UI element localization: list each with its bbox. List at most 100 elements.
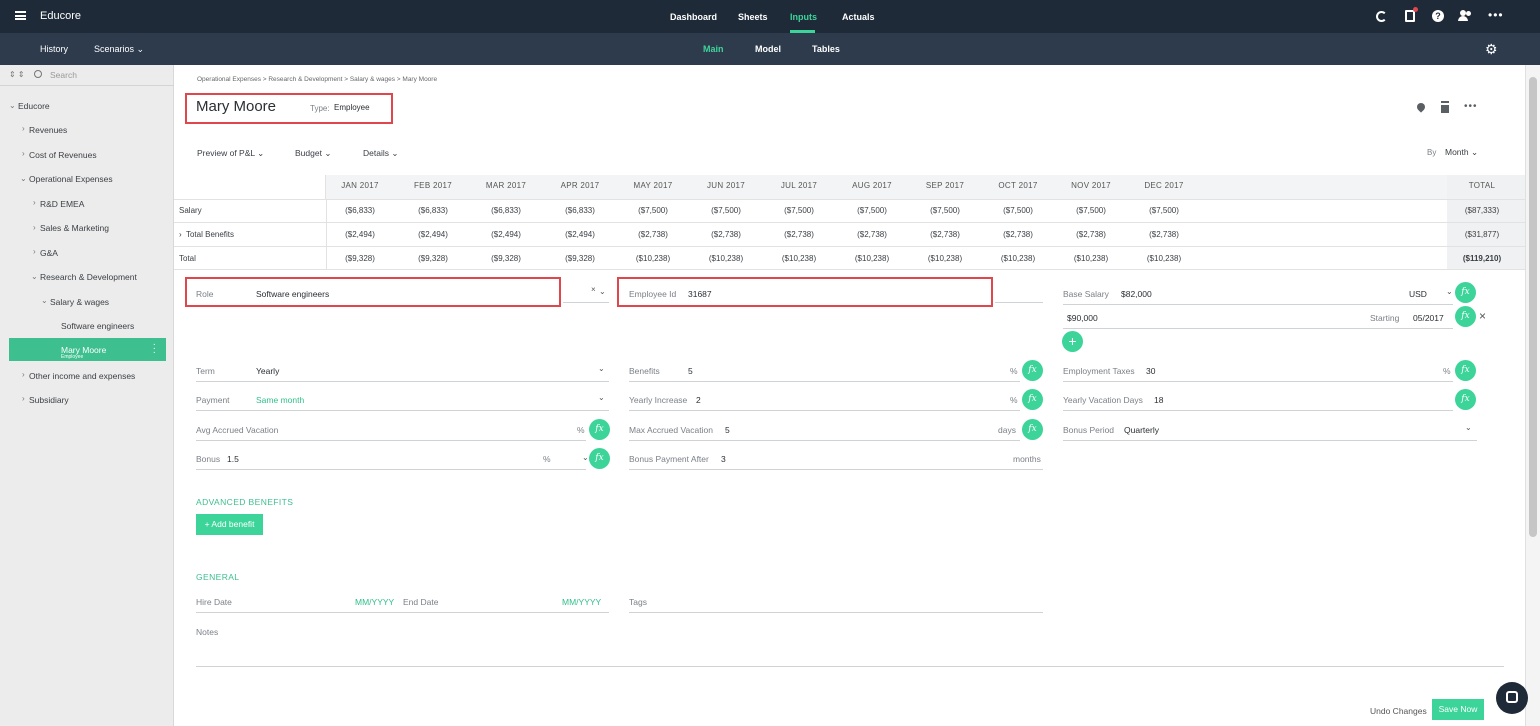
chevron-right-icon[interactable]: › [22, 149, 25, 158]
sidebar-item-rd-emea[interactable]: R&D EMEA [40, 199, 84, 209]
currency-select[interactable]: USD [1409, 289, 1427, 299]
end-date-input[interactable]: MM/YYYY [562, 597, 601, 607]
tab-sheets[interactable]: Sheets [738, 12, 768, 22]
scrollbar-track[interactable] [1525, 65, 1540, 726]
sidebar-item-revenues[interactable]: Revenues [29, 125, 67, 135]
table-cell[interactable]: ($6,833) [550, 206, 610, 215]
formula-button[interactable]: fx [1455, 282, 1476, 303]
table-cell[interactable]: ($6,833) [330, 206, 390, 215]
max-vacation-input[interactable]: 5 [725, 425, 730, 435]
bonus-period-select[interactable]: Quarterly [1124, 425, 1159, 435]
chevron-right-icon[interactable]: › [33, 247, 36, 256]
formula-button[interactable]: fx [1455, 306, 1476, 327]
sidebar-item-salary-wages[interactable]: Salary & wages [50, 297, 109, 307]
table-cell[interactable]: ($2,738) [696, 230, 756, 239]
sidebar-item-subsidiary[interactable]: Subsidiary [29, 395, 69, 405]
table-cell[interactable]: ($2,738) [623, 230, 683, 239]
undo-changes-button[interactable]: Undo Changes [1370, 706, 1427, 716]
employee-id-input[interactable]: 31687 [688, 289, 712, 299]
salary-change-input[interactable]: $90,000 [1067, 313, 1098, 323]
sidebar-item-research-development[interactable]: Research & Development [40, 272, 137, 282]
sidebar-item-sales-marketing[interactable]: Sales & Marketing [40, 223, 109, 233]
sidebar-item-educore[interactable]: Educore [18, 101, 50, 111]
sidebar-item-operational-expenses[interactable]: Operational Expenses [29, 174, 113, 184]
sidebar-item-software-engineers[interactable]: Software engineers [61, 321, 134, 331]
chat-icon[interactable] [1496, 682, 1528, 714]
sidebar-item-ga[interactable]: G&A [40, 248, 58, 258]
tab-dashboard[interactable]: Dashboard [670, 12, 717, 22]
chevron-right-icon[interactable]: › [33, 198, 36, 207]
scenarios-dropdown[interactable]: Scenarios ⌄ [94, 44, 144, 55]
table-cell[interactable]: ($6,833) [403, 206, 463, 215]
chevron-down-icon[interactable]: ⌄ [20, 174, 27, 183]
clear-icon[interactable]: × [591, 285, 596, 294]
term-select[interactable]: Yearly [256, 366, 279, 376]
formula-button[interactable]: fx [589, 419, 610, 440]
base-salary-input[interactable]: $82,000 [1121, 289, 1152, 299]
yearly-increase-input[interactable]: 2 [696, 395, 701, 405]
table-cell[interactable]: ($7,500) [1134, 206, 1194, 215]
table-cell[interactable]: ($7,500) [915, 206, 975, 215]
notes-input[interactable]: Notes [196, 627, 218, 637]
bonus-input[interactable]: 1.5 [227, 454, 239, 464]
table-cell[interactable]: ($2,738) [988, 230, 1048, 239]
table-cell[interactable]: ($2,494) [330, 230, 390, 239]
chevron-right-icon[interactable]: › [22, 370, 25, 379]
scrollbar-thumb[interactable] [1529, 77, 1537, 537]
chevron-down-icon[interactable]: ⌄ [599, 287, 606, 296]
table-cell[interactable]: ($7,500) [842, 206, 902, 215]
sidebar-item-mary-moore[interactable]: Mary Moore Employee · · · [9, 338, 166, 361]
role-select[interactable]: Software engineers [256, 289, 329, 299]
formula-button[interactable]: fx [1022, 419, 1043, 440]
add-salary-button[interactable]: + [1062, 331, 1083, 352]
sync-icon[interactable] [1376, 11, 1387, 22]
benefits-input[interactable]: 5 [688, 366, 693, 376]
gear-icon[interactable]: ⚙ [1485, 41, 1498, 58]
starting-date-input[interactable]: 05/2017 [1413, 313, 1444, 323]
table-cell[interactable]: ($7,500) [988, 206, 1048, 215]
employment-taxes-input[interactable]: 30 [1146, 366, 1155, 376]
chevron-down-icon[interactable]: ⌄ [582, 453, 589, 462]
table-cell[interactable]: ($7,500) [1061, 206, 1121, 215]
preview-dropdown[interactable]: Preview of P&L ⌄ [197, 148, 264, 159]
table-cell[interactable]: ($2,738) [1134, 230, 1194, 239]
tab-actuals[interactable]: Actuals [842, 12, 875, 22]
table-cell[interactable]: ($2,738) [842, 230, 902, 239]
table-cell[interactable]: ($7,500) [769, 206, 829, 215]
chevron-down-icon[interactable]: ⌄ [598, 393, 605, 402]
location-pin-icon[interactable] [1415, 101, 1427, 113]
chevron-down-icon[interactable]: ⌄ [1465, 423, 1472, 432]
tab-model[interactable]: Model [755, 44, 781, 54]
formula-button[interactable]: fx [589, 448, 610, 469]
chevron-down-icon[interactable]: ⌄ [41, 296, 48, 305]
close-icon[interactable]: × [1479, 309, 1486, 323]
expand-row[interactable]: › Total Benefits [179, 230, 234, 239]
sidebar-item-other-income[interactable]: Other income and expenses [29, 371, 135, 381]
more-icon[interactable]: ••• [1464, 101, 1478, 112]
menu-icon[interactable] [15, 11, 26, 20]
table-cell[interactable]: ($7,500) [623, 206, 683, 215]
tags-input[interactable]: Tags [629, 597, 647, 607]
history-link[interactable]: History [40, 44, 68, 54]
chevron-down-icon[interactable]: ⌄ [598, 364, 605, 373]
chevron-down-icon[interactable]: ⌄ [9, 101, 16, 110]
formula-button[interactable]: fx [1455, 389, 1476, 410]
formula-button[interactable]: fx [1022, 389, 1043, 410]
formula-button[interactable]: fx [1022, 360, 1043, 381]
table-cell[interactable]: ($2,494) [550, 230, 610, 239]
hire-date-input[interactable]: MM/YYYY [355, 597, 394, 607]
chevron-down-icon[interactable]: ⌄ [31, 272, 38, 281]
table-cell[interactable]: ($2,738) [1061, 230, 1121, 239]
tab-inputs[interactable]: Inputs [790, 12, 817, 22]
budget-dropdown[interactable]: Budget ⌄ [295, 148, 331, 159]
users-icon[interactable] [1458, 10, 1472, 22]
breadcrumb[interactable]: Operational Expenses > Research & Develo… [197, 76, 437, 83]
clipboard-icon[interactable] [1405, 7, 1418, 22]
table-cell[interactable]: ($2,494) [476, 230, 536, 239]
add-benefit-button[interactable]: + Add benefit [196, 514, 263, 535]
formula-button[interactable]: fx [1455, 360, 1476, 381]
sidebar-item-cost-of-revenues[interactable]: Cost of Revenues [29, 150, 97, 160]
vacation-days-input[interactable]: 18 [1154, 395, 1163, 405]
collapse-icon[interactable]: ⇕ ⇕ [9, 70, 25, 79]
help-icon[interactable]: ? [1432, 10, 1444, 22]
